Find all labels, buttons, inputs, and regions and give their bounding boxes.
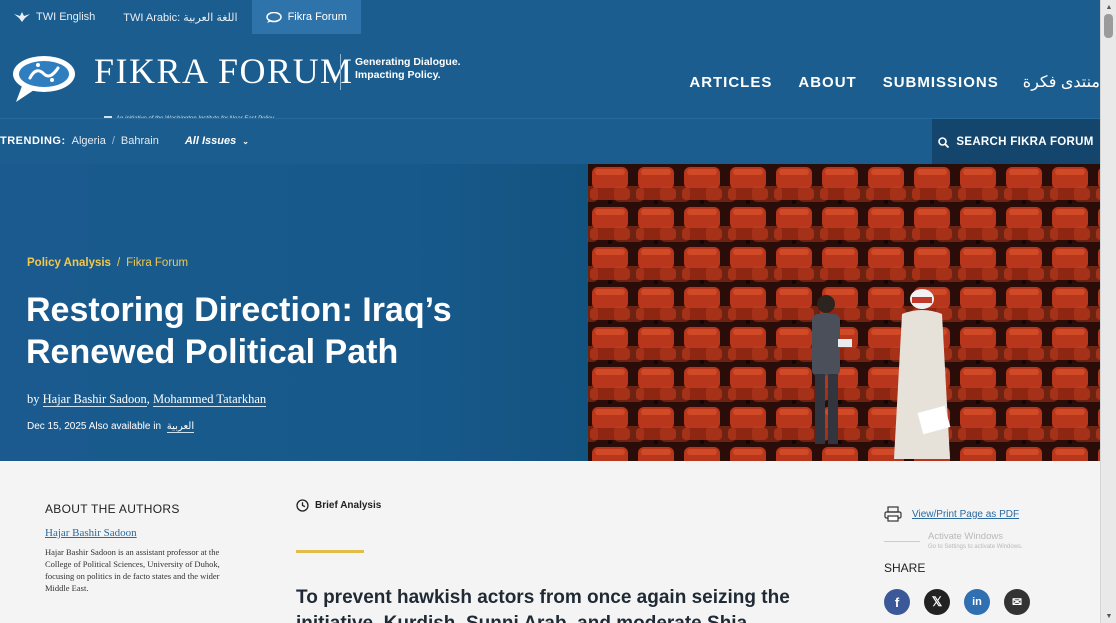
- article-lede: To prevent hawkish actors from once agai…: [296, 587, 790, 623]
- nav-about[interactable]: ABOUT: [798, 74, 856, 91]
- twi-arabic-link[interactable]: TWI Arabic: اللغة العربية: [109, 0, 251, 34]
- author-link-1[interactable]: Hajar Bashir Sadoon: [42, 392, 147, 407]
- main-nav: ARTICLES ABOUT SUBMISSIONS منتدى فكرة: [663, 72, 1100, 92]
- fikra-bubble-icon: [265, 11, 282, 23]
- scroll-up-icon[interactable]: ▲: [1101, 0, 1116, 14]
- byline-by: by: [27, 392, 40, 406]
- article-hero: Policy Analysis / Fikra Forum Restoring Di…: [0, 164, 1100, 461]
- trending-separator: /: [111, 135, 115, 147]
- nav-submissions[interactable]: SUBMISSIONS: [883, 74, 999, 91]
- all-issues-dropdown[interactable]: All Issues ⌄: [185, 135, 249, 147]
- clock-icon: [296, 499, 309, 512]
- breadcrumb: Policy Analysis / Fikra Forum: [27, 257, 188, 269]
- all-issues-label: All Issues: [184, 135, 237, 147]
- page: TWI English TWI Arabic: اللغة العربية Fi…: [0, 0, 1116, 623]
- search-icon: [938, 136, 950, 148]
- breadcrumb-subcategory[interactable]: Fikra Forum: [126, 257, 188, 269]
- author-bio: Hajar Bashir Sadoon is an assistant prof…: [45, 547, 220, 593]
- scroll-thumb[interactable]: [1104, 14, 1113, 38]
- gold-divider: [296, 550, 364, 553]
- brand-title[interactable]: FIKRA FORUM: [94, 50, 354, 92]
- about-authors-title: ABOUT THE AUTHORS: [45, 502, 180, 516]
- dateline: Dec 15, 2025 Also available in العربية: [27, 421, 195, 433]
- share-icons: f 𝕏 in ✉: [884, 589, 1030, 615]
- search-button[interactable]: SEARCH FIKRA FORUM: [932, 119, 1100, 165]
- trending-link-algeria[interactable]: Algeria: [72, 135, 106, 147]
- trending-bar: TRENDING: Algeria / Bahrain All Issues ⌄…: [0, 118, 1100, 165]
- article-title: Restoring Direction: Iraq’s Renewed Poli…: [26, 291, 452, 371]
- tagline: Generating Dialogue. Impacting Policy.: [355, 56, 515, 82]
- activate-windows-watermark: Activate Windows Go to Settings to activ…: [928, 531, 1023, 553]
- fikra-forum-link[interactable]: Fikra Forum: [251, 0, 361, 34]
- scroll-down-icon[interactable]: ▼: [1101, 609, 1116, 623]
- twi-english-label: TWI English: [36, 11, 96, 23]
- twi-eagle-icon: [14, 12, 30, 22]
- trending-list: TRENDING: Algeria / Bahrain All Issues ⌄: [0, 135, 249, 147]
- also-available-label: Also available in: [88, 421, 161, 432]
- hero-image: [588, 164, 1100, 461]
- share-title: SHARE: [884, 561, 926, 575]
- trending-label: TRENDING:: [0, 135, 66, 147]
- about-author-link[interactable]: Hajar Bashir Sadoon: [45, 527, 137, 539]
- byline: by Hajar Bashir Sadoon, Mohammed Tatarkh…: [27, 392, 267, 407]
- utility-bar: TWI English TWI Arabic: اللغة العربية Fi…: [0, 0, 1100, 34]
- chevron-down-icon: ⌄: [242, 137, 249, 146]
- printer-icon: [884, 506, 902, 522]
- article-type-label: Brief Analysis: [315, 500, 382, 511]
- header-divider: [340, 54, 341, 90]
- fikra-logo-icon[interactable]: [8, 52, 80, 104]
- arabic-version-link[interactable]: العربية: [166, 421, 195, 433]
- share-divider: [884, 541, 920, 542]
- pdf-link[interactable]: View/Print Page as PDF: [884, 506, 1019, 522]
- nav-arabic-site[interactable]: منتدى فكرة: [1023, 72, 1100, 92]
- fikra-forum-label: Fikra Forum: [287, 11, 347, 23]
- search-label: SEARCH FIKRA FORUM: [956, 136, 1094, 148]
- hero-text-panel: Policy Analysis / Fikra Forum Restoring Di…: [0, 164, 588, 461]
- figure-robe: [894, 289, 951, 459]
- email-icon[interactable]: ✉: [1004, 589, 1030, 615]
- article-body: ABOUT THE AUTHORS Hajar Bashir Sadoon Ha…: [0, 461, 1100, 623]
- activate-windows-sub: Go to Settings to activate Windows.: [928, 544, 1023, 550]
- twi-arabic-label: TWI Arabic: اللغة العربية: [123, 11, 238, 24]
- nav-articles[interactable]: ARTICLES: [689, 74, 772, 91]
- byline-comma: ,: [146, 392, 150, 406]
- publish-date: Dec 15, 2025: [27, 421, 87, 432]
- site-header: FIKRA FORUM An initiative of the Washing…: [0, 34, 1100, 122]
- breadcrumb-separator: /: [116, 257, 121, 269]
- linkedin-icon[interactable]: in: [964, 589, 990, 615]
- author-link-2[interactable]: Mohammed Tatarkhan: [153, 392, 267, 407]
- trending-link-bahrain[interactable]: Bahrain: [121, 135, 159, 147]
- tagline-line2: Impacting Policy.: [355, 69, 441, 81]
- pdf-link-label: View/Print Page as PDF: [912, 508, 1020, 520]
- x-icon[interactable]: 𝕏: [924, 589, 950, 615]
- scrollbar[interactable]: ▲ ▼: [1100, 0, 1116, 623]
- tagline-line1: Generating Dialogue.: [355, 56, 461, 68]
- activate-windows-title: Activate Windows: [928, 531, 1003, 542]
- breadcrumb-category[interactable]: Policy Analysis: [27, 257, 111, 269]
- article-type: Brief Analysis: [296, 499, 381, 512]
- twi-english-link[interactable]: TWI English: [0, 0, 109, 34]
- facebook-icon[interactable]: f: [884, 589, 910, 615]
